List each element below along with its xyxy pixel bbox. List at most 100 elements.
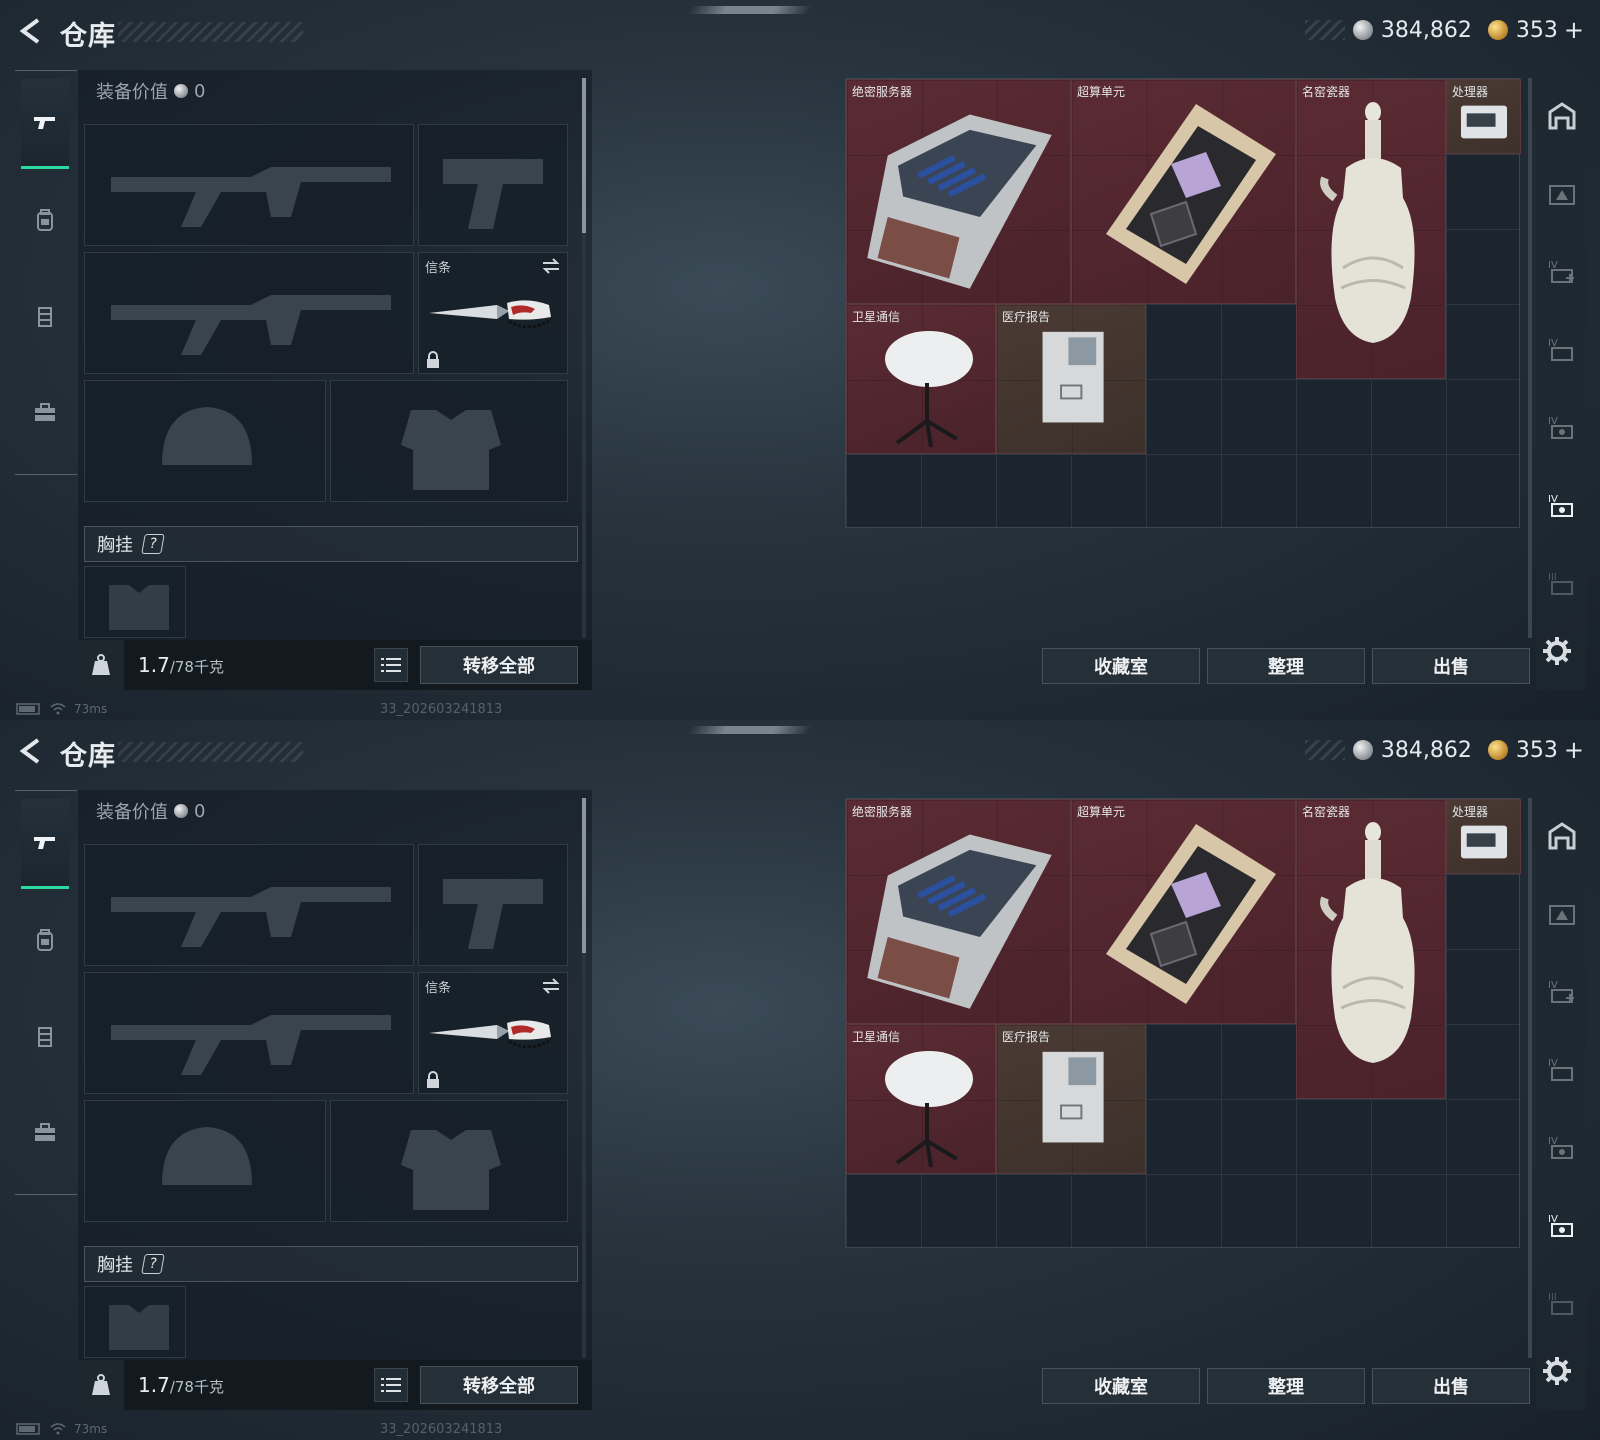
item-name: 卫星通信 xyxy=(852,1030,901,1044)
transfer-all-button[interactable]: 转移全部 xyxy=(420,646,578,684)
stash-page-3-icon[interactable]: IV xyxy=(1544,254,1580,290)
chest-rig-slot[interactable] xyxy=(84,1286,186,1358)
tab-backpack[interactable] xyxy=(21,895,69,985)
stash-item-porcelain[interactable]: 名窑瓷器 xyxy=(1296,79,1446,379)
sort-button[interactable]: 整理 xyxy=(1207,648,1365,684)
list-icon xyxy=(381,1378,401,1392)
stash-scrollbar[interactable] xyxy=(1528,798,1532,1358)
tab-weapons[interactable] xyxy=(21,799,69,889)
stash-item-satellite-comm[interactable]: 卫星通信 xyxy=(846,1024,996,1174)
stash-item-satellite-comm[interactable]: 卫星通信 xyxy=(846,304,996,454)
list-view-button[interactable] xyxy=(374,1368,408,1402)
weight-kg-icon xyxy=(78,1360,124,1410)
sell-button[interactable]: 出售 xyxy=(1372,648,1530,684)
rifle-silhouette-icon xyxy=(111,887,391,947)
settings-gear-icon[interactable] xyxy=(1540,634,1574,668)
body-armor-slot[interactable] xyxy=(330,1100,568,1222)
helmet-slot[interactable] xyxy=(84,380,326,502)
stash-item-processor[interactable]: 处理器 xyxy=(1446,799,1521,874)
page-title: 仓库 xyxy=(60,21,116,52)
back-arrow-icon[interactable] xyxy=(16,736,46,766)
chest-rig-slot[interactable] xyxy=(84,566,186,638)
tab-backpack[interactable] xyxy=(21,175,69,265)
rifle-silhouette-icon xyxy=(111,295,391,355)
stash-page-2-icon[interactable] xyxy=(1544,896,1580,932)
equipment-scroll-thumb[interactable] xyxy=(582,78,586,233)
stash-grid[interactable]: 绝密服务器 超算单元 名窑瓷器 处理器 卫星通信 医疗报告 xyxy=(845,78,1521,528)
equipment-panel: 装备价值 0 信条 胸挂 ? xyxy=(78,790,592,1410)
stash-page-6-icon[interactable]: IV xyxy=(1544,1208,1580,1244)
stash-item-supercomputer-unit[interactable]: 超算单元 xyxy=(1071,799,1296,1024)
gold-amount: 353 xyxy=(1515,737,1558,763)
battery-icon xyxy=(16,1423,40,1435)
wifi-icon xyxy=(50,703,66,715)
supercomputer-unit-item-icon xyxy=(1106,104,1276,284)
item-name: 卫星通信 xyxy=(852,310,901,324)
stash-item-processor[interactable]: 处理器 xyxy=(1446,79,1521,154)
secondary-weapon-slot[interactable] xyxy=(84,252,414,374)
stash-grid[interactable]: 绝密服务器 超算单元 名窑瓷器 处理器 卫星通信 医疗报告 xyxy=(845,798,1521,1248)
swap-icon[interactable] xyxy=(541,257,561,275)
stash-item-porcelain[interactable]: 名窑瓷器 xyxy=(1296,799,1446,1099)
tab-armor[interactable] xyxy=(21,271,69,361)
tab-supplies[interactable] xyxy=(21,367,69,457)
stash-home-icon[interactable] xyxy=(1544,818,1580,854)
chest-rig-help-button[interactable]: ? xyxy=(141,534,165,554)
melee-slot[interactable]: 信条 xyxy=(418,972,568,1094)
collection-room-button[interactable]: 收藏室 xyxy=(1042,1368,1200,1404)
stash-item-server[interactable]: 绝密服务器 xyxy=(846,799,1071,1024)
stash-page-4-icon[interactable]: IV xyxy=(1544,1052,1580,1088)
build-id-text: 33_202603241813 xyxy=(380,702,503,717)
tab-armor[interactable] xyxy=(21,991,69,1081)
list-view-button[interactable] xyxy=(374,648,408,682)
body-armor-slot[interactable] xyxy=(330,380,568,502)
chest-rig-help-button[interactable]: ? xyxy=(141,1254,165,1274)
melee-slot[interactable]: 信条 xyxy=(418,252,568,374)
transfer-all-button[interactable]: 转移全部 xyxy=(420,1366,578,1404)
gold-coin-icon xyxy=(1487,20,1508,40)
silver-coin-icon xyxy=(1352,740,1373,760)
stash-item-supercomputer-unit[interactable]: 超算单元 xyxy=(1071,79,1296,304)
sidearm-slot[interactable] xyxy=(418,124,568,246)
equipment-scrollbar[interactable] xyxy=(582,78,586,638)
stash-page-6-icon[interactable]: IV xyxy=(1544,488,1580,524)
swap-icon[interactable] xyxy=(541,977,561,995)
chest-rig-label: 胸挂 xyxy=(97,535,133,556)
add-gold-button[interactable]: + xyxy=(1564,736,1584,764)
stash-home-icon[interactable] xyxy=(1544,98,1580,134)
backpack-icon xyxy=(37,929,53,951)
rifle-silhouette-icon xyxy=(111,167,391,227)
stash-page-3-icon[interactable]: IV xyxy=(1544,974,1580,1010)
stash-page-5-icon[interactable]: IV xyxy=(1544,1130,1580,1166)
sell-button[interactable]: 出售 xyxy=(1372,1368,1530,1404)
collection-room-button[interactable]: 收藏室 xyxy=(1042,648,1200,684)
tab-supplies[interactable] xyxy=(21,1087,69,1177)
equipment-scroll-thumb[interactable] xyxy=(582,798,586,953)
stash-page-7-icon[interactable]: III xyxy=(1544,1286,1580,1322)
silver-amount: 384,862 xyxy=(1380,17,1472,43)
primary-weapon-slot[interactable] xyxy=(84,124,414,246)
tab-weapons[interactable] xyxy=(21,79,69,169)
stash-page-5-icon[interactable]: IV xyxy=(1544,410,1580,446)
equipment-value-label: 装备价值 xyxy=(96,82,168,103)
equipment-scrollbar[interactable] xyxy=(582,798,586,1358)
sidearm-slot[interactable] xyxy=(418,844,568,966)
primary-weapon-slot[interactable] xyxy=(84,844,414,966)
stash-item-medical-report[interactable]: 医疗报告 xyxy=(996,1024,1146,1174)
secondary-weapon-slot[interactable] xyxy=(84,972,414,1094)
title-stripe-decoration xyxy=(118,742,303,762)
silver-coin-icon xyxy=(174,84,188,98)
stash-page-4-icon[interactable]: IV xyxy=(1544,332,1580,368)
stash-item-medical-report[interactable]: 医疗报告 xyxy=(996,304,1146,454)
stash-scrollbar[interactable] xyxy=(1528,78,1532,638)
add-gold-button[interactable]: + xyxy=(1564,16,1584,44)
settings-gear-icon[interactable] xyxy=(1540,1354,1574,1388)
back-arrow-icon[interactable] xyxy=(16,16,46,46)
item-name: 处理器 xyxy=(1452,85,1489,99)
battery-icon xyxy=(16,703,40,715)
stash-page-2-icon[interactable] xyxy=(1544,176,1580,212)
helmet-slot[interactable] xyxy=(84,1100,326,1222)
sort-button[interactable]: 整理 xyxy=(1207,1368,1365,1404)
stash-page-7-icon[interactable]: III xyxy=(1544,566,1580,602)
stash-item-server[interactable]: 绝密服务器 xyxy=(846,79,1071,304)
